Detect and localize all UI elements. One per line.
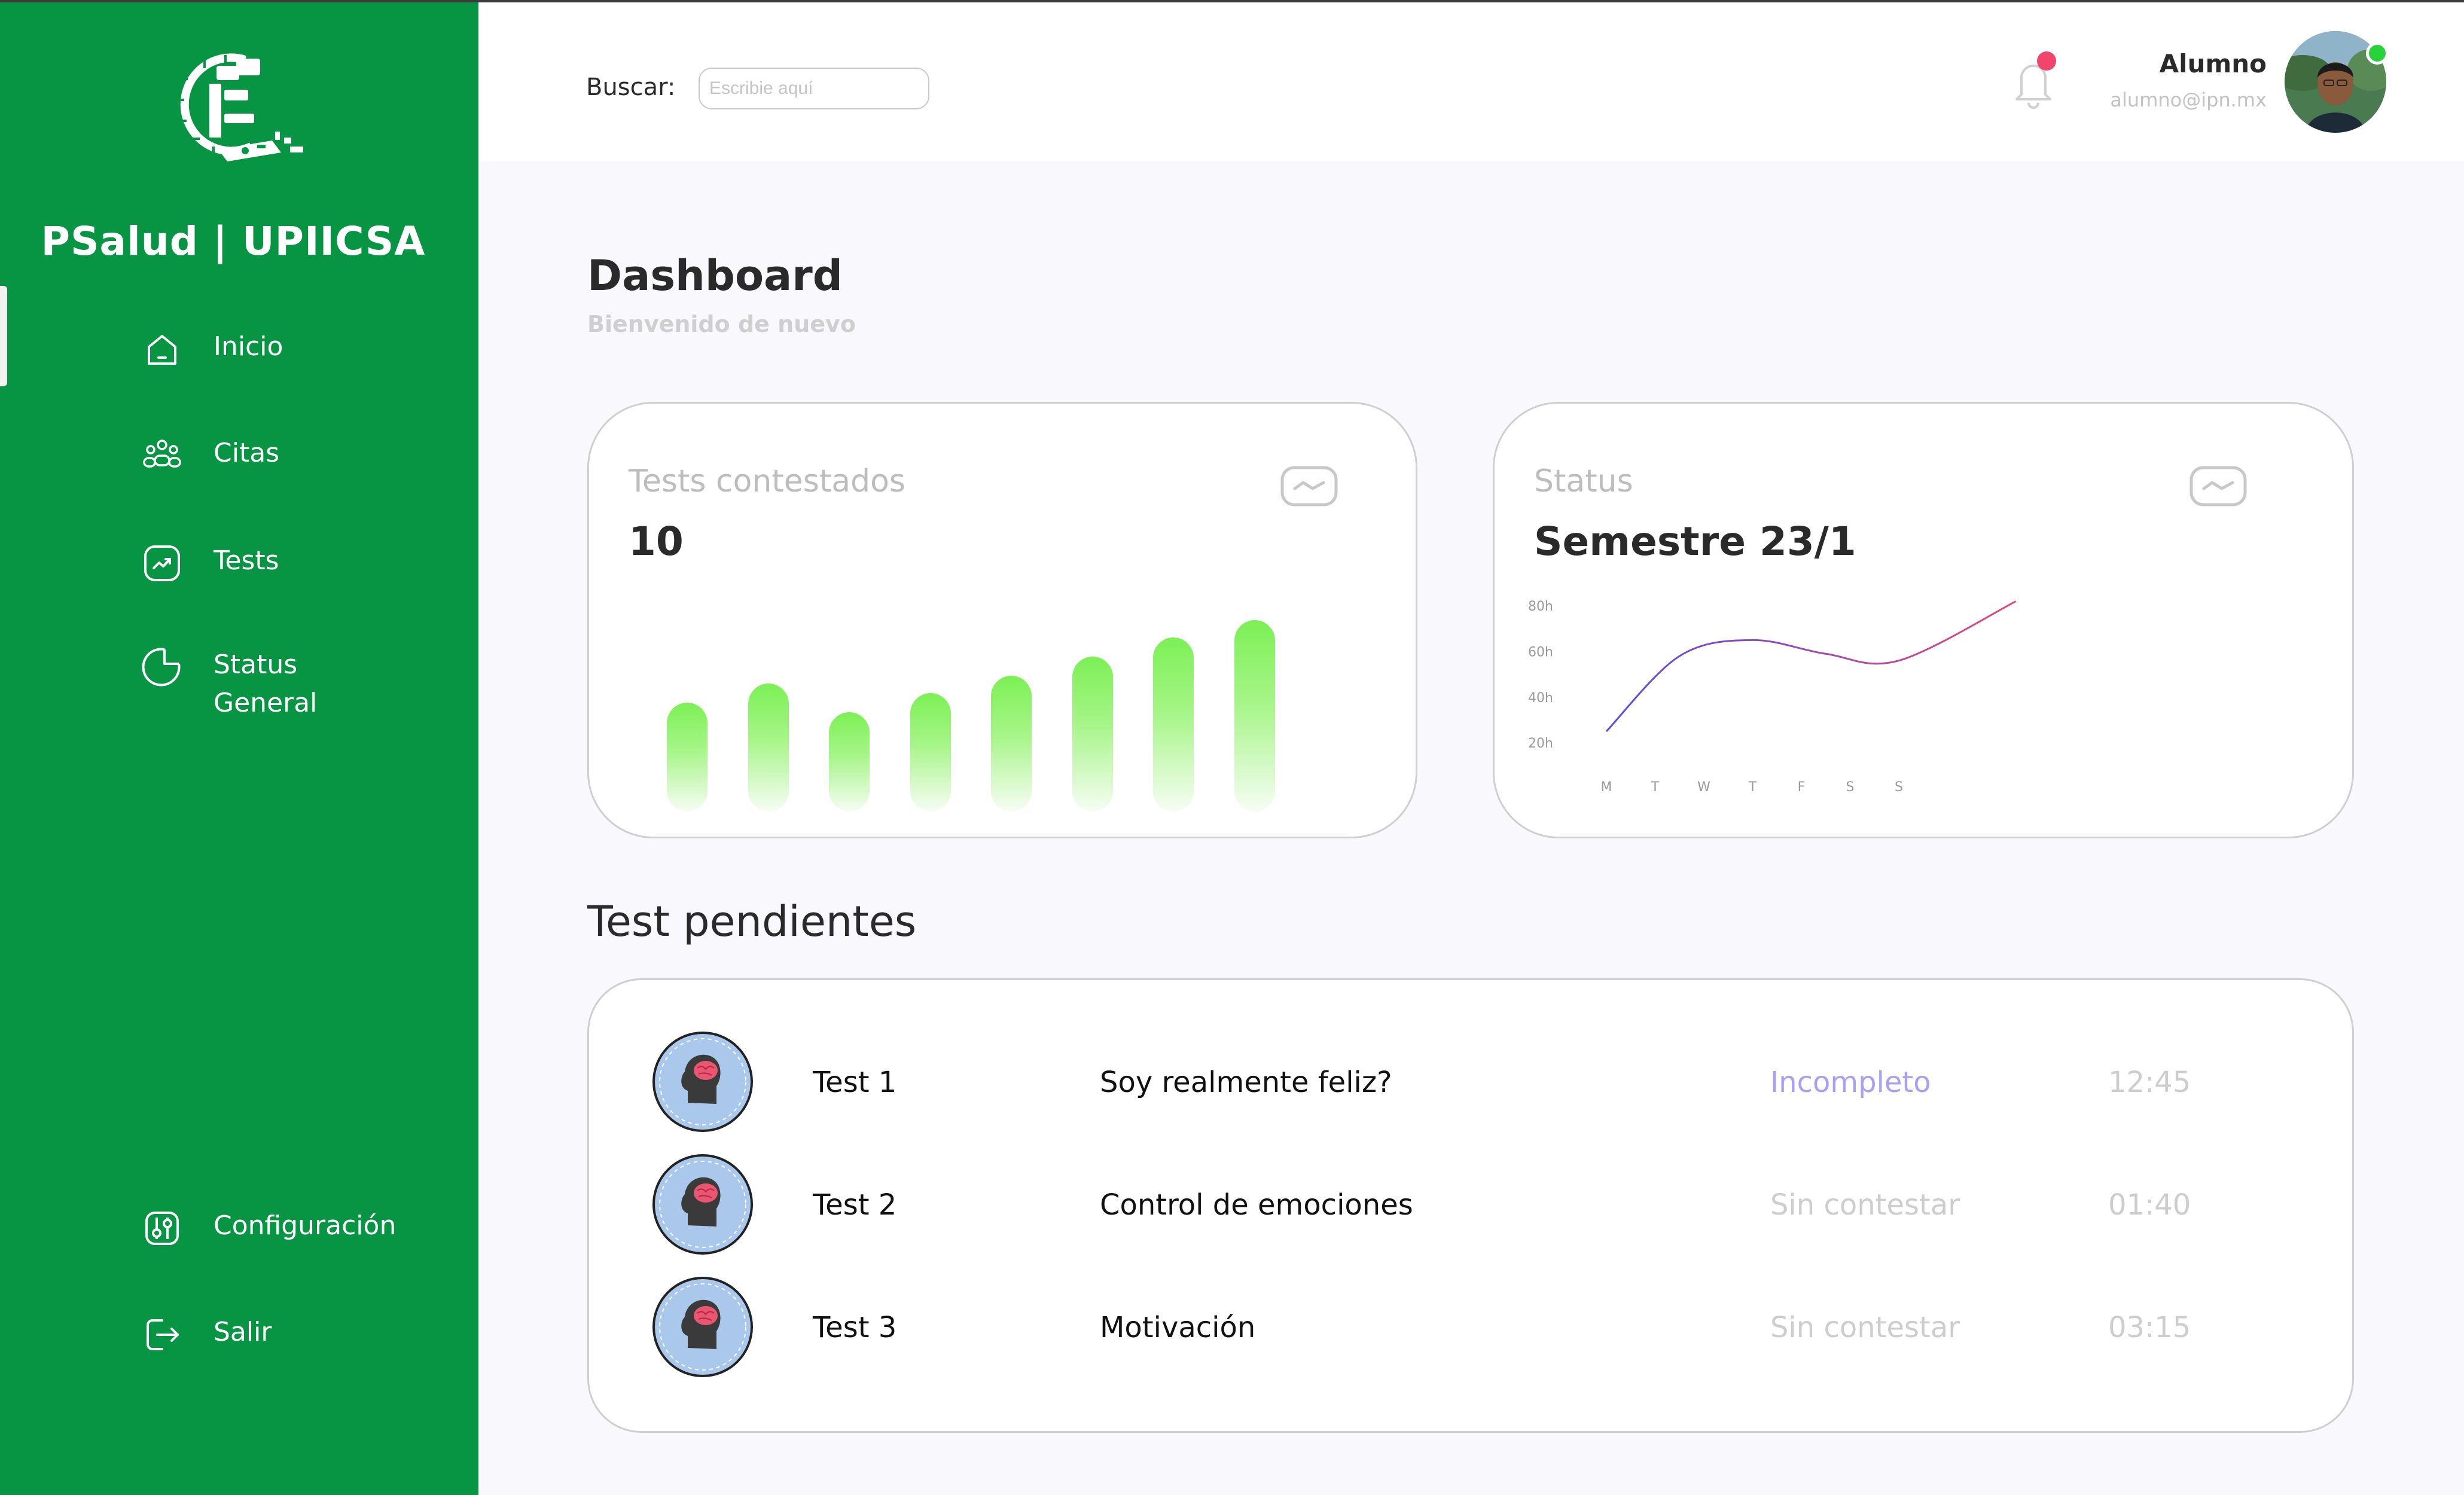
sidebar-item-label: Citas xyxy=(214,438,280,468)
x-tick-label: M xyxy=(1601,780,1612,795)
brand-title: PSalud | UPIICSA xyxy=(41,218,426,264)
x-tick-label: F xyxy=(1798,780,1806,795)
test-row[interactable]: Test 3 Motivación Sin contestar 03:15 xyxy=(589,1276,2352,1378)
series-line xyxy=(1605,600,2017,733)
brain-icon xyxy=(652,1276,754,1378)
home-icon xyxy=(141,328,184,371)
x-tick-label: S xyxy=(1846,780,1855,795)
chart-bar xyxy=(910,692,951,811)
status-card: Status Semestre 23/1 80h 60h 40h 20h M T W T F S S xyxy=(1493,402,2354,838)
search-label: Buscar: xyxy=(586,74,676,101)
test-time: 12:45 xyxy=(2108,1066,2191,1099)
chart-icon xyxy=(141,542,184,585)
test-name: Test 3 xyxy=(813,1311,897,1344)
card-value: 10 xyxy=(629,518,684,565)
chart-bar xyxy=(1153,637,1194,811)
sidebar-item-tests[interactable]: Tests xyxy=(141,542,279,585)
window-top-border xyxy=(0,0,2464,2)
sidebar-item-label: Configuración xyxy=(214,1210,397,1241)
x-tick-label: W xyxy=(1697,780,1710,795)
trend-icon[interactable] xyxy=(1280,466,1338,507)
test-name: Test 1 xyxy=(813,1066,897,1099)
sidebar-item-label: Tests xyxy=(214,545,279,576)
test-time: 03:15 xyxy=(2108,1311,2191,1344)
sidebar-item-citas[interactable]: Citas xyxy=(141,434,279,477)
chart-bar xyxy=(829,712,870,811)
test-description: Motivación xyxy=(1100,1311,1256,1344)
ipn-logo xyxy=(176,53,303,161)
test-row[interactable]: Test 2 Control de emociones Sin contestar 0… xyxy=(589,1154,2352,1255)
chart-bar xyxy=(748,683,789,811)
test-status: Sin contestar xyxy=(1770,1188,1960,1222)
y-tick-label: 20h xyxy=(1528,736,1553,751)
section-title: Test pendientes xyxy=(587,897,917,946)
pending-tests-card: Test 1 Soy realmente feliz? Incompleto 12:4… xyxy=(587,978,2354,1433)
test-status: Incompleto xyxy=(1770,1066,1931,1099)
test-time: 01:40 xyxy=(2108,1188,2191,1222)
x-tick-label: S xyxy=(1895,780,1903,795)
y-tick-label: 40h xyxy=(1528,691,1553,706)
brain-icon xyxy=(652,1154,754,1255)
chart-bar xyxy=(991,675,1032,811)
chart-bar xyxy=(1072,656,1113,811)
y-tick-label: 60h xyxy=(1528,645,1553,660)
sidebar-item-status-general[interactable]: Status General xyxy=(141,646,317,722)
test-row[interactable]: Test 1 Soy realmente feliz? Incompleto 12:4… xyxy=(589,1031,2352,1133)
settings-icon xyxy=(141,1207,184,1250)
test-name: Test 2 xyxy=(813,1188,897,1222)
sidebar-item-label: Status General xyxy=(214,649,318,718)
brain-icon xyxy=(652,1031,754,1133)
line-chart: 80h 60h 40h 20h M T W T F S S xyxy=(1528,599,2017,795)
sidebar-item-configuracion[interactable]: Configuración xyxy=(141,1207,396,1250)
chart-bar xyxy=(1234,620,1275,811)
active-indicator xyxy=(0,286,7,386)
x-tick-label: T xyxy=(1651,780,1660,795)
logout-icon xyxy=(141,1313,184,1356)
user-name: Alumno xyxy=(2159,49,2267,78)
test-description: Control de emociones xyxy=(1100,1188,1413,1222)
y-tick-label: 80h xyxy=(1528,599,1553,614)
chart-bar xyxy=(667,702,708,811)
sidebar-item-label: Salir xyxy=(214,1317,272,1347)
card-label: Tests contestados xyxy=(629,463,906,499)
online-status-dot xyxy=(2366,42,2389,65)
sidebar: PSalud | UPIICSA Inicio Citas Tests Stat… xyxy=(0,0,478,1495)
user-email: alumno@ipn.mx xyxy=(2110,89,2267,111)
sidebar-item-label: Inicio xyxy=(214,331,283,362)
x-tick-label: T xyxy=(1748,780,1757,795)
test-status: Sin contestar xyxy=(1770,1311,1960,1344)
test-description: Soy realmente feliz? xyxy=(1100,1066,1392,1099)
tests-card: Tests contestados 10 xyxy=(587,402,1417,838)
sidebar-item-salir[interactable]: Salir xyxy=(141,1313,272,1356)
people-icon xyxy=(141,434,184,477)
sidebar-item-inicio[interactable]: Inicio xyxy=(141,328,283,371)
search-input[interactable] xyxy=(699,68,929,109)
page-subtitle: Bienvenido de nuevo xyxy=(587,311,856,337)
page-title: Dashboard xyxy=(587,251,843,300)
pie-icon xyxy=(141,646,184,689)
